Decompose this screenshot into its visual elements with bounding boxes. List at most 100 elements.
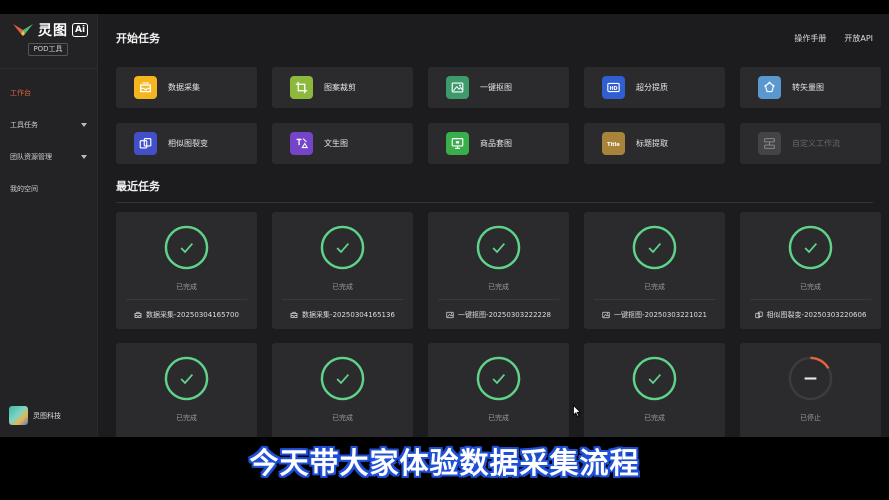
task-card[interactable]: 已完成: [272, 343, 413, 437]
task-status: 已完成: [644, 283, 665, 291]
sidebar-item-label: 工具任务: [10, 121, 38, 129]
pod-badge: POD工具: [28, 43, 68, 56]
logo-mark-icon: [13, 24, 33, 36]
tool-label: 文生图: [324, 139, 348, 148]
check-circle-icon: [320, 225, 365, 270]
tool-label: 商品套图: [480, 139, 512, 148]
logo-ai-badge: Ai: [72, 23, 89, 37]
check-circle-icon: [164, 225, 209, 270]
check-circle-icon: [476, 225, 521, 270]
task-name: 数据采集-20250304165136: [302, 311, 395, 319]
tool-card[interactable]: 转矢量图: [740, 67, 881, 108]
topbar: 开始任务 操作手册 开放API: [116, 14, 889, 62]
stopped-status-icon: [788, 356, 833, 401]
check-circle-icon: [632, 225, 677, 270]
tool-label: 标题提取: [636, 139, 668, 148]
tool-label: 自定义工作流: [792, 139, 840, 148]
tool-card[interactable]: 相似图裂变: [116, 123, 257, 164]
tool-card[interactable]: 商品套图: [428, 123, 569, 164]
check-circle-icon: [476, 356, 521, 401]
main-content: 开始任务 操作手册 开放API 数据采集 图案裁剪 一键抠图 HD 超分提质 转矢量图相似…: [98, 14, 889, 437]
task-card[interactable]: 已完成相似图裂变-20250303220606: [740, 212, 881, 329]
data-collect-icon: [134, 311, 142, 318]
user-profile[interactable]: 灵图科技: [9, 406, 61, 425]
tool-label: 一键抠图: [480, 83, 512, 92]
task-status: 已完成: [644, 414, 665, 422]
tool-card[interactable]: 一键抠图: [428, 67, 569, 108]
app-window: 灵图 Ai POD工具 工作台 工具任务 团队资源管理 我的空间 灵图科技 开始…: [0, 14, 889, 437]
manual-link[interactable]: 操作手册: [794, 33, 826, 44]
sidebar-item-tool-tasks[interactable]: 工具任务: [0, 109, 97, 141]
tool-card[interactable]: 图案裁剪: [272, 67, 413, 108]
recent-divider: [116, 202, 873, 203]
task-card[interactable]: 已完成数据采集-20250304165136: [272, 212, 413, 329]
sidebar-item-team-resources[interactable]: 团队资源管理: [0, 141, 97, 173]
text-to-image-icon: [290, 132, 313, 155]
task-status: 已完成: [800, 283, 821, 291]
task-name: 相似图裂变-20250303220606: [766, 311, 867, 319]
task-divider: [438, 299, 559, 300]
tool-grid: 数据采集 图案裁剪 一键抠图 HD 超分提质 转矢量图相似图裂变 文生图 商品套图 Title 标…: [116, 67, 889, 164]
tool-label: 图案裁剪: [324, 83, 356, 92]
data-collect-icon: [290, 311, 298, 318]
vector-icon: [758, 76, 781, 99]
check-circle-icon: [788, 225, 833, 270]
task-divider: [594, 299, 715, 300]
image-cutout-icon: [446, 76, 469, 99]
task-meta: 数据采集-20250304165136: [272, 310, 413, 320]
task-card[interactable]: 已完成: [428, 343, 569, 437]
task-name: 一键抠图-20250303222228: [458, 311, 551, 319]
video-subtitle: 今天带大家体验数据采集流程: [249, 446, 640, 480]
recent-task-grid: 已完成 数据采集-20250304165700 已完成 数据采集-2025030416…: [116, 212, 889, 437]
task-divider: [750, 299, 871, 300]
title-icon: Title: [602, 132, 625, 155]
tool-card[interactable]: Title 标题提取: [584, 123, 725, 164]
crop-icon: [290, 76, 313, 99]
task-divider: [282, 299, 403, 300]
task-meta: 数据采集-20250304165700: [116, 310, 257, 320]
data-collect-icon: [134, 76, 157, 99]
task-card[interactable]: 已完成一键抠图-20250303221021: [584, 212, 725, 329]
image-cutout-icon: [446, 311, 454, 319]
svg-text:HD: HD: [609, 86, 617, 92]
task-name: 一键抠图-20250303221021: [614, 311, 707, 319]
task-status: 已完成: [488, 414, 509, 422]
tool-card[interactable]: 数据采集: [116, 67, 257, 108]
task-status: 已完成: [332, 283, 353, 291]
task-meta: 相似图裂变-20250303220606: [740, 310, 881, 320]
mouse-cursor-icon: [573, 405, 581, 417]
tool-label: 转矢量图: [792, 83, 824, 92]
task-card[interactable]: 已完成: [584, 343, 725, 437]
tool-card: 自定义工作流: [740, 123, 881, 164]
task-name: 数据采集-20250304165700: [146, 311, 239, 319]
task-card[interactable]: 已完成: [116, 343, 257, 437]
task-meta: 一键抠图-20250303222228: [428, 310, 569, 320]
sidebar-item-label: 工作台: [10, 89, 31, 97]
check-circle-icon: [632, 356, 677, 401]
page-title: 开始任务: [116, 32, 160, 45]
open-api-link[interactable]: 开放API: [844, 33, 873, 44]
sidebar-item-label: 团队资源管理: [10, 153, 52, 161]
task-status: 已停止: [800, 414, 821, 422]
task-card[interactable]: 已完成数据采集-20250304165700: [116, 212, 257, 329]
task-divider: [126, 299, 247, 300]
task-status: 已完成: [176, 283, 197, 291]
top-links: 操作手册 开放API: [794, 33, 873, 44]
tool-card[interactable]: HD 超分提质: [584, 67, 725, 108]
tool-label: 相似图裂变: [168, 139, 208, 148]
recent-tasks-title: 最近任务: [116, 180, 160, 193]
sidebar-item-label: 我的空间: [10, 185, 38, 193]
sidebar-item-my-space[interactable]: 我的空间: [0, 173, 97, 205]
task-card[interactable]: 已停止: [740, 343, 881, 437]
sidebar-nav: 工作台 工具任务 团队资源管理 我的空间: [0, 77, 97, 205]
task-meta: 一键抠图-20250303221021: [584, 310, 725, 320]
task-card[interactable]: 已完成一键抠图-20250303222228: [428, 212, 569, 329]
chevron-down-icon: [81, 155, 87, 159]
hd-icon: HD: [602, 76, 625, 99]
task-status: 已完成: [488, 283, 509, 291]
check-circle-icon: [164, 356, 209, 401]
avatar: [9, 406, 28, 425]
tool-card[interactable]: 文生图: [272, 123, 413, 164]
sidebar: 灵图 Ai POD工具 工作台 工具任务 团队资源管理 我的空间 灵图科技: [0, 14, 98, 437]
sidebar-item-workbench[interactable]: 工作台: [0, 77, 97, 109]
